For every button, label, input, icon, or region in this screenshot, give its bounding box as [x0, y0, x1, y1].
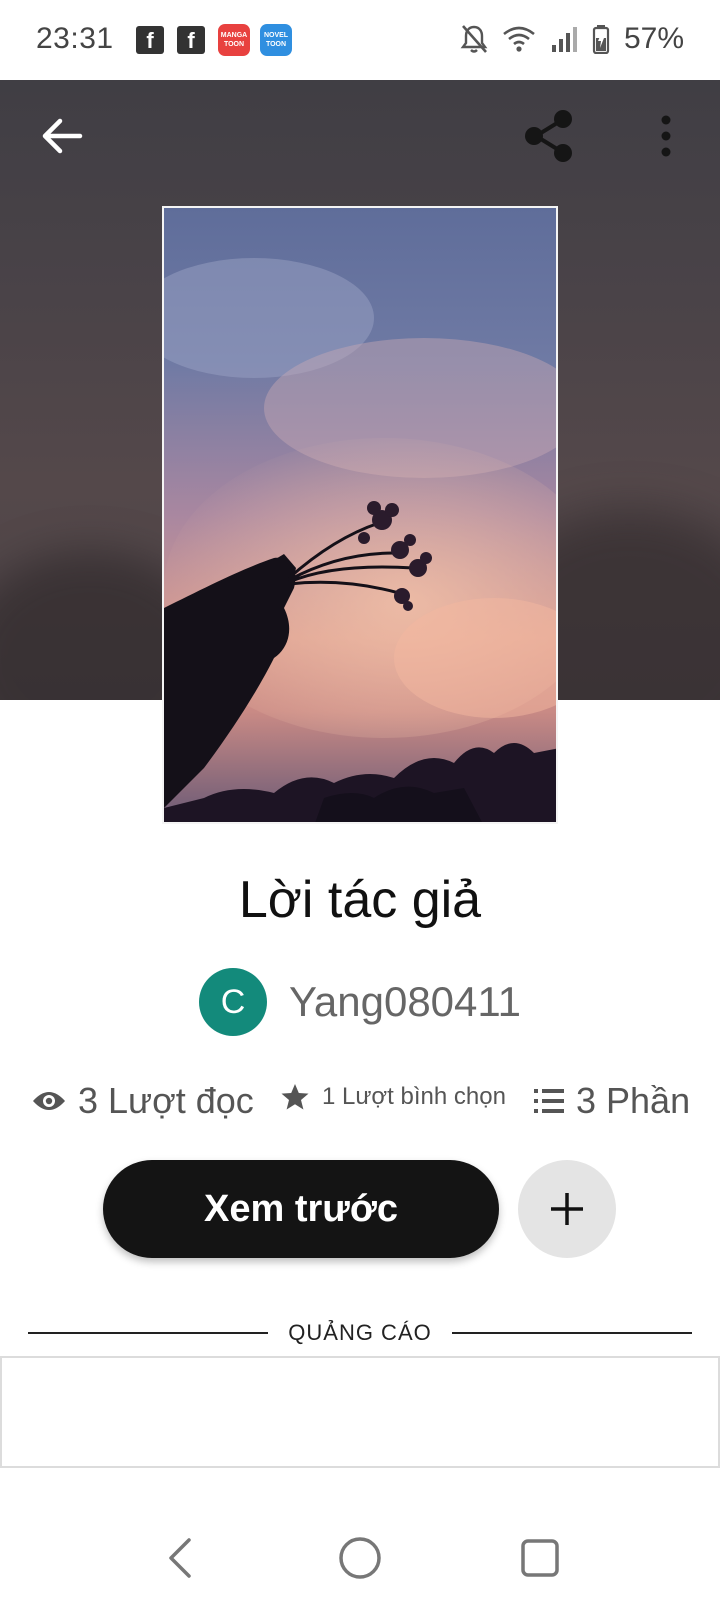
status-icons: 57% [460, 22, 684, 56]
author-row[interactable]: C Yang080411 [0, 968, 720, 1036]
ad-divider: QUẢNG CÁO [28, 1320, 692, 1346]
stat-parts-label: 3 Phần [576, 1080, 691, 1121]
notifications-off-icon [460, 25, 488, 53]
read-preview-button[interactable]: Xem trước [103, 1160, 499, 1258]
eye-icon [33, 1092, 65, 1110]
stat-views: 3 Lượt đọc [32, 1080, 254, 1122]
add-to-library-button[interactable] [518, 1160, 616, 1258]
stat-votes-label: 1 Lượt bình chọn [322, 1083, 506, 1110]
nav-home-button[interactable] [330, 1528, 390, 1588]
stat-parts: 3 Phần [534, 1080, 690, 1122]
system-nav-bar [0, 1500, 720, 1600]
noveltoon-icon: NOVEL TOON [260, 24, 292, 56]
status-bar: 23:31 f f MANGA TOON NOVEL TOON 57% [0, 0, 720, 80]
ad-label: QUẢNG CÁO [288, 1320, 432, 1345]
nav-home-icon [339, 1537, 381, 1579]
author-avatar[interactable]: C [198, 968, 267, 1036]
author-name[interactable]: Yang080411 [289, 978, 521, 1026]
facebook-icon: f [177, 26, 205, 54]
facebook-icon: f [136, 26, 164, 54]
wifi-icon [503, 26, 535, 52]
divider-line [28, 1332, 269, 1334]
story-cover-image[interactable] [162, 206, 558, 824]
mangatoon-icon: MANGA TOON [218, 24, 250, 56]
nav-back-button[interactable] [150, 1528, 210, 1588]
more-vertical-icon [661, 115, 671, 157]
stat-votes: 1 Lượt bình chọn [280, 1082, 506, 1112]
cover-artwork [164, 258, 556, 822]
nav-recents-icon [521, 1539, 559, 1577]
list-icon [534, 1089, 564, 1113]
plus-icon [551, 1193, 583, 1225]
battery-percent: 57% [623, 22, 684, 55]
star-icon [281, 1084, 309, 1110]
share-icon [525, 110, 572, 162]
divider-line [451, 1332, 692, 1334]
nav-recents-button[interactable] [510, 1528, 570, 1588]
back-button[interactable] [34, 108, 90, 164]
nav-back-icon [169, 1538, 191, 1578]
share-button[interactable] [520, 108, 576, 164]
arrow-left-icon [42, 118, 83, 154]
status-time: 23:31 [36, 22, 114, 55]
battery-icon [592, 25, 610, 54]
stat-views-label: 3 Lượt đọc [78, 1080, 254, 1121]
ad-container[interactable] [0, 1356, 720, 1468]
signal-icon [551, 27, 577, 52]
story-title: Lời tác giả [238, 871, 482, 929]
more-options-button[interactable] [638, 108, 694, 164]
